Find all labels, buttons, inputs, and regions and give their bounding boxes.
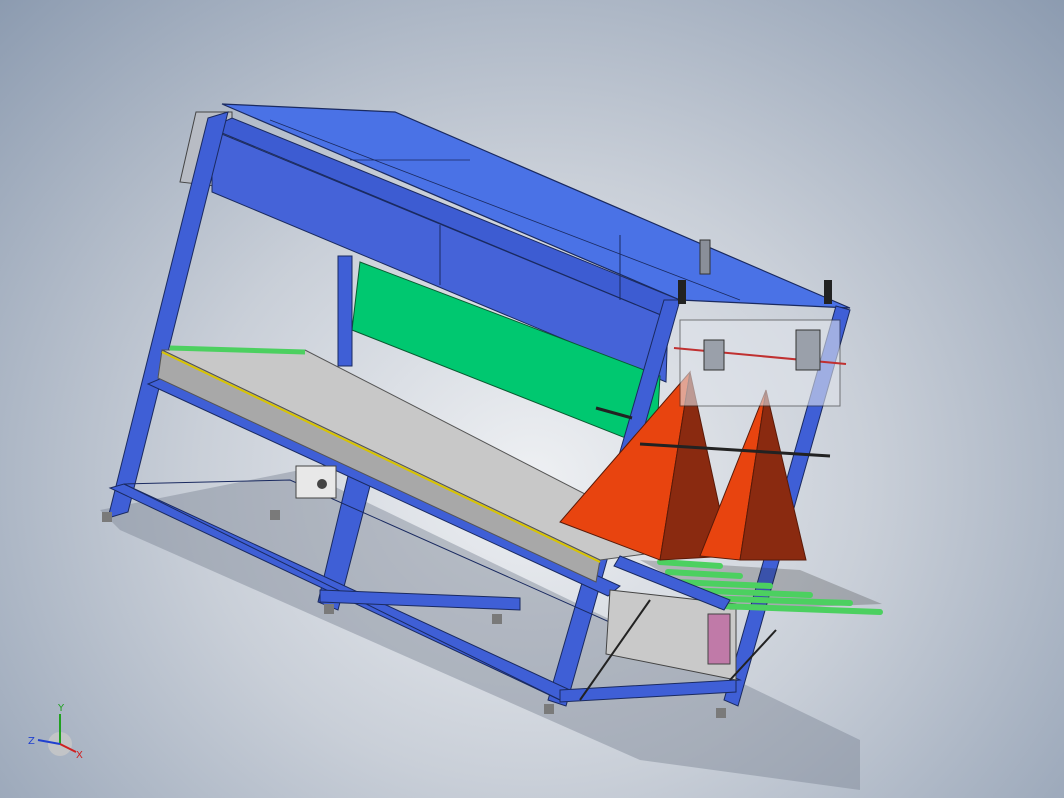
cabinet-panel bbox=[707, 613, 731, 665]
rear-post bbox=[337, 255, 353, 367]
axis-triad[interactable]: Y X Z bbox=[24, 700, 88, 764]
servo-motor bbox=[703, 339, 725, 371]
z-axis-label: Z bbox=[28, 736, 35, 747]
upright-cap bbox=[824, 280, 832, 304]
x-axis-label: X bbox=[76, 750, 83, 761]
signal-tower bbox=[699, 239, 711, 275]
control-box[interactable] bbox=[295, 465, 337, 499]
y-axis-label: Y bbox=[57, 703, 65, 714]
upright-cap bbox=[678, 280, 686, 304]
servo-motor bbox=[795, 329, 821, 371]
cad-viewport[interactable]: Y X Z bbox=[0, 0, 1064, 798]
left-front-post bbox=[107, 111, 229, 519]
machine-3d-model[interactable] bbox=[0, 0, 1064, 798]
control-knob[interactable] bbox=[317, 479, 327, 489]
